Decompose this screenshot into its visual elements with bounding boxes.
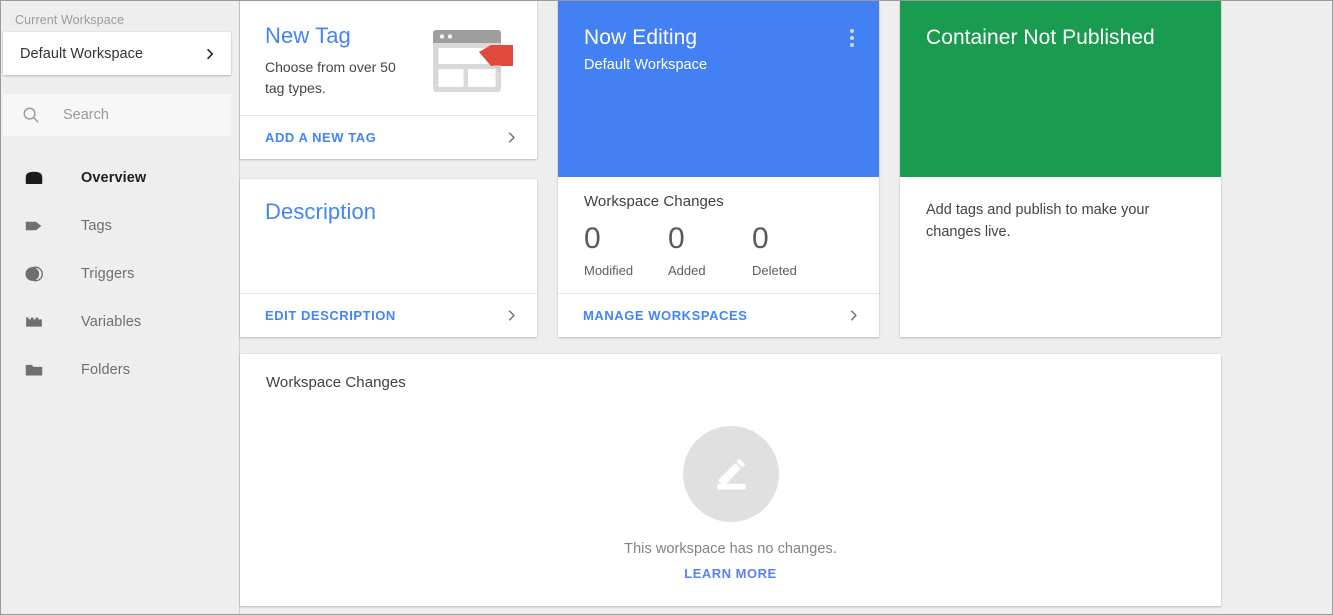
empty-state: This workspace has no changes. LEARN MOR…: [240, 426, 1221, 581]
new-tag-text: New Tag Choose from over 50 tag types.: [265, 21, 427, 125]
add-new-tag-button[interactable]: ADD A NEW TAG: [240, 115, 537, 159]
workspace-changes-panel-title: Workspace Changes: [240, 354, 1221, 391]
current-workspace-caption: Current Workspace: [1, 1, 239, 32]
learn-more-link[interactable]: LEARN MORE: [684, 566, 776, 581]
new-tag-subtitle: Choose from over 50 tag types.: [265, 57, 415, 99]
now-editing-workspace-name: Default Workspace: [584, 57, 857, 73]
workspace-selector[interactable]: Default Workspace: [3, 32, 231, 75]
chevron-right-icon: [846, 308, 861, 323]
edit-description-label: EDIT DESCRIPTION: [265, 308, 504, 323]
more-vert-icon[interactable]: [843, 27, 861, 49]
chevron-right-icon: [504, 130, 519, 145]
new-tag-body: New Tag Choose from over 50 tag types.: [240, 1, 537, 125]
sidebar-item-label: Triggers: [81, 266, 134, 282]
search-icon: [21, 105, 41, 125]
container-status-header: Container Not Published: [900, 1, 1221, 177]
now-editing-card: Now Editing Default Workspace Workspace …: [558, 1, 879, 337]
workspace-changes-panel: Workspace Changes This workspace has no …: [240, 354, 1221, 606]
browser-window-tag-icon: [427, 21, 519, 125]
new-tag-card: New Tag Choose from over 50 tag types.: [240, 1, 537, 159]
workspace-changes-summary: Workspace Changes 0 Modified 0 Added 0 D…: [558, 177, 879, 278]
folder-icon: [23, 359, 45, 381]
stat-label: Deleted: [752, 263, 836, 278]
sidebar: Current Workspace Default Workspace Sear…: [1, 1, 240, 614]
sidebar-item-label: Variables: [81, 314, 141, 330]
sidebar-nav: Overview Tags: [1, 154, 239, 394]
sidebar-item-triggers[interactable]: Triggers: [1, 250, 239, 298]
sidebar-item-folders[interactable]: Folders: [1, 346, 239, 394]
chevron-right-icon: [203, 47, 217, 61]
search-input[interactable]: Search: [3, 94, 231, 136]
new-tag-title: New Tag: [265, 23, 427, 49]
stat-value: 0: [752, 222, 836, 256]
stat-deleted: 0 Deleted: [752, 222, 836, 278]
trigger-circle-icon: [23, 263, 45, 285]
search-placeholder: Search: [63, 107, 109, 123]
edit-description-button[interactable]: EDIT DESCRIPTION: [240, 293, 537, 337]
overview-box-icon: [23, 167, 45, 189]
stat-value: 0: [584, 222, 668, 256]
sidebar-item-label: Tags: [81, 218, 112, 234]
stat-value: 0: [668, 222, 752, 256]
description-title: Description: [240, 179, 537, 225]
variables-block-icon: [23, 311, 45, 333]
manage-workspaces-button[interactable]: MANAGE WORKSPACES: [558, 293, 879, 337]
description-card: Description EDIT DESCRIPTION: [240, 179, 537, 337]
container-status-body: Add tags and publish to make your change…: [900, 177, 1221, 243]
sidebar-item-variables[interactable]: Variables: [1, 298, 239, 346]
stat-modified: 0 Modified: [584, 222, 668, 278]
now-editing-title: Now Editing: [584, 25, 857, 51]
stat-label: Added: [668, 263, 752, 278]
tag-icon: [23, 215, 45, 237]
chevron-right-icon: [504, 308, 519, 323]
now-editing-header: Now Editing Default Workspace: [558, 1, 879, 177]
empty-state-message: This workspace has no changes.: [624, 541, 837, 557]
sidebar-item-tags[interactable]: Tags: [1, 202, 239, 250]
gtm-workspace-page: Current Workspace Default Workspace Sear…: [0, 0, 1333, 615]
stat-label: Modified: [584, 263, 668, 278]
workspace-change-stats: 0 Modified 0 Added 0 Deleted: [584, 222, 879, 278]
workspace-name: Default Workspace: [20, 46, 203, 62]
sidebar-item-label: Folders: [81, 362, 130, 378]
manage-workspaces-label: MANAGE WORKSPACES: [583, 308, 846, 323]
container-not-published-card: Container Not Published Add tags and pub…: [900, 1, 1221, 337]
sidebar-item-label: Overview: [81, 170, 146, 186]
container-status-title: Container Not Published: [926, 25, 1201, 51]
add-new-tag-label: ADD A NEW TAG: [265, 130, 504, 145]
stat-added: 0 Added: [668, 222, 752, 278]
pencil-edit-icon: [683, 426, 779, 522]
main-content: New Tag Choose from over 50 tag types.: [240, 1, 1332, 614]
sidebar-item-overview[interactable]: Overview: [1, 154, 239, 202]
workspace-changes-heading: Workspace Changes: [584, 193, 879, 210]
